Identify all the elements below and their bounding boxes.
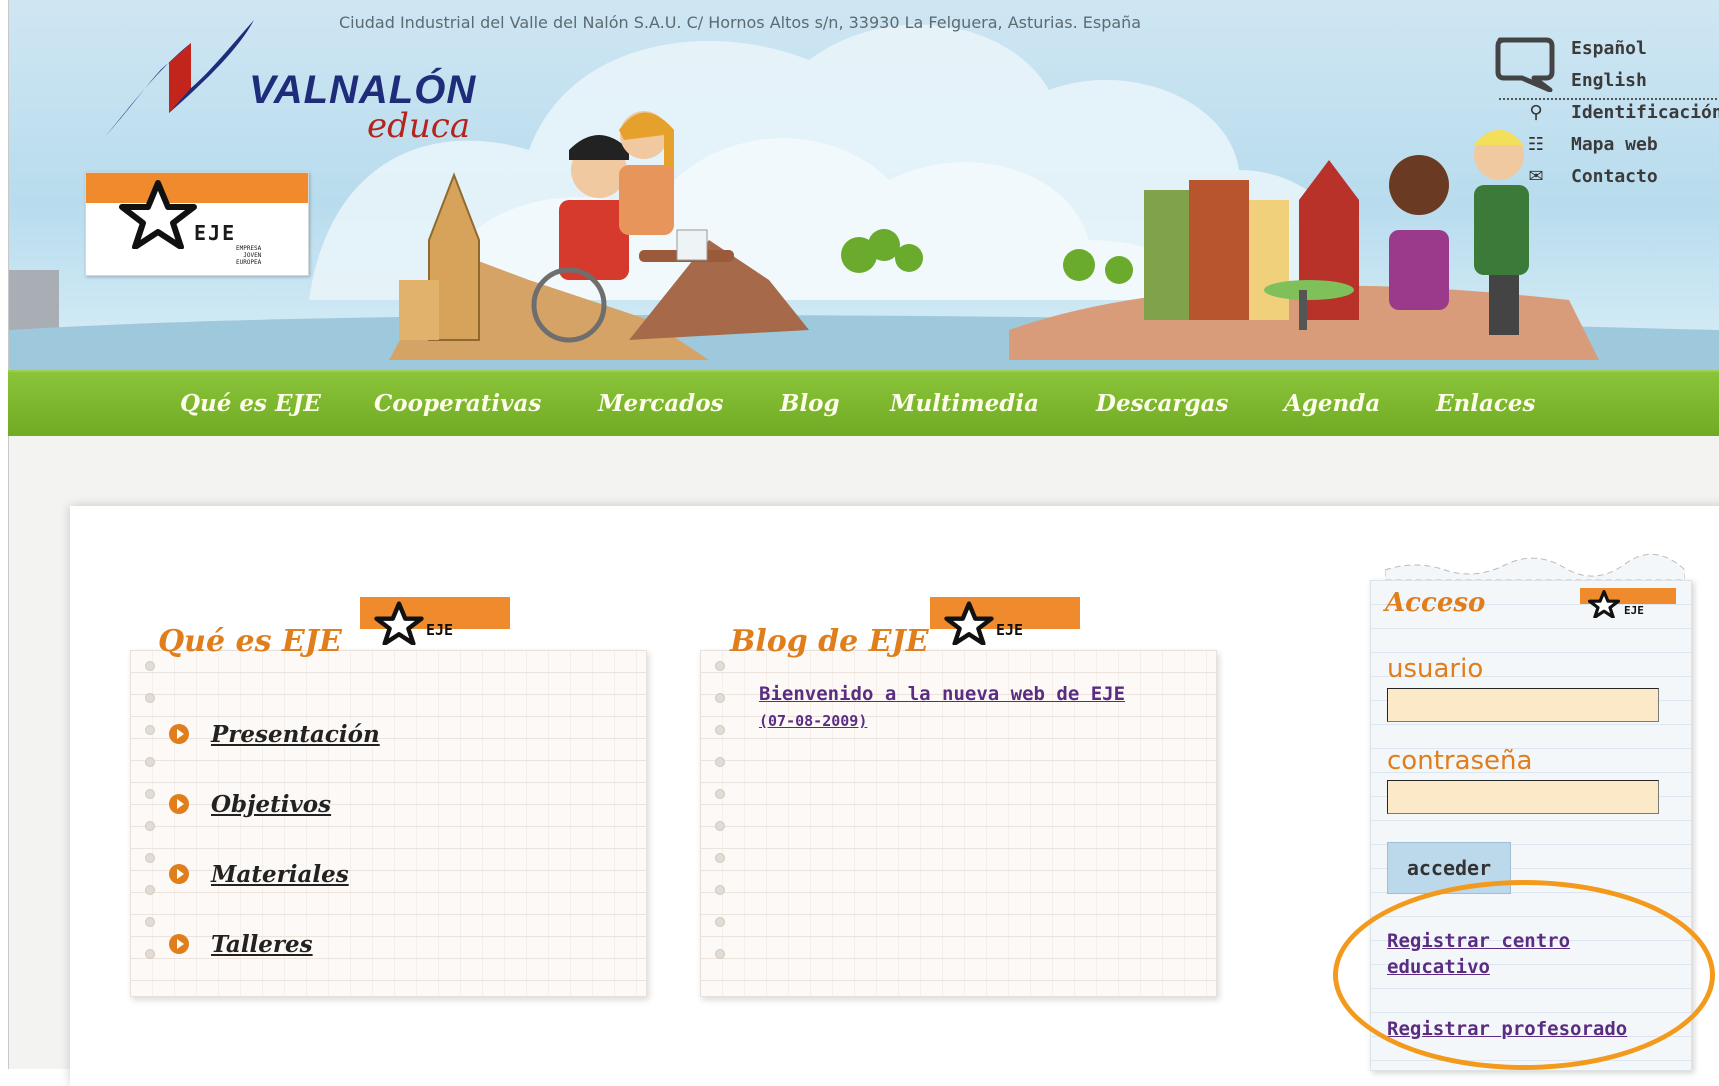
list-item-presentacion[interactable]: Presentación — [169, 721, 380, 748]
language-english-link[interactable]: English — [1571, 70, 1647, 91]
password-input[interactable] — [1387, 780, 1659, 814]
access-title: Acceso — [1385, 588, 1486, 618]
list-item-label: Presentación — [211, 721, 380, 748]
list-item-talleres[interactable]: Talleres — [169, 931, 313, 958]
star-icon — [1588, 590, 1620, 618]
list-item-materiales[interactable]: Materiales — [169, 861, 349, 888]
eje-mini-logo: EJE — [360, 597, 510, 661]
person-icon: ⚲ — [1529, 102, 1543, 123]
torn-paper-edge — [1385, 553, 1685, 580]
blog-post-date: (07-08-2009) — [759, 712, 868, 730]
list-item-label: Materiales — [211, 861, 349, 888]
username-label: usuario — [1387, 654, 1484, 684]
eje-mini-text: EJE — [426, 621, 454, 639]
notebook-holes — [145, 651, 159, 996]
que-es-eje-box: Presentación Objetivos Materiales Taller… — [130, 650, 647, 997]
star-icon — [374, 601, 424, 645]
blog-title: Blog de EJE — [730, 624, 929, 659]
register-school-link[interactable]: Registrar centro educativo — [1387, 928, 1570, 980]
eje-mini-text: EJE — [1624, 604, 1644, 617]
username-input[interactable] — [1387, 688, 1659, 722]
site-header: Ciudad Industrial del Valle del Nalón S.… — [8, 0, 1719, 370]
eje-mini-logo: EJE — [1580, 588, 1676, 628]
sitemap-link[interactable]: Mapa web — [1571, 134, 1658, 155]
nav-item-mercados[interactable]: Mercados — [598, 390, 724, 417]
blog-post-link[interactable]: Bienvenido a la nueva web de EJE (07-08-… — [759, 681, 1139, 734]
blog-box: Bienvenido a la nueva web de EJE (07-08-… — [700, 650, 1217, 997]
password-label: contraseña — [1387, 746, 1533, 776]
language-spanish-link[interactable]: Español — [1571, 38, 1647, 59]
nav-item-cooperativas[interactable]: Cooperativas — [374, 390, 541, 417]
speech-bubble-icon — [1495, 37, 1555, 92]
contact-link[interactable]: Contacto — [1571, 166, 1658, 187]
star-icon — [944, 601, 994, 645]
login-submit-button[interactable]: acceder — [1387, 842, 1511, 894]
nav-item-enlaces[interactable]: Enlaces — [1436, 390, 1535, 417]
eje-mini-logo: EJE — [930, 597, 1080, 661]
register-school-line1: Registrar centro — [1387, 930, 1571, 952]
bullet-arrow-icon — [169, 724, 189, 744]
top-links-divider — [1499, 98, 1719, 100]
notebook-holes — [715, 651, 729, 996]
bullet-arrow-icon — [169, 864, 189, 884]
eje-mini-text: EJE — [996, 621, 1024, 639]
list-item-objetivos[interactable]: Objetivos — [169, 791, 332, 818]
nav-item-multimedia[interactable]: Multimedia — [890, 390, 1039, 417]
register-teachers-link[interactable]: Registrar profesorado — [1387, 1016, 1627, 1042]
header-illustration — [389, 111, 1599, 360]
nav-item-descargas[interactable]: Descargas — [1096, 390, 1229, 417]
list-item-label: Objetivos — [211, 791, 332, 818]
list-item-label: Talleres — [211, 931, 313, 958]
bullet-arrow-icon — [169, 934, 189, 954]
envelope-icon: ✉ — [1528, 166, 1544, 187]
register-school-line2: educativo — [1387, 956, 1490, 978]
main-navigation: Qué es EJE Cooperativas Mercados Blog Mu… — [8, 370, 1719, 438]
que-es-eje-title: Qué es EJE — [158, 624, 342, 659]
nav-item-blog[interactable]: Blog — [780, 390, 840, 417]
bullet-arrow-icon — [169, 794, 189, 814]
blog-post-title: Bienvenido a la nueva web de EJE — [759, 683, 1126, 705]
login-link[interactable]: Identificación — [1571, 102, 1719, 123]
sitemap-icon: ☷ — [1527, 134, 1545, 155]
nav-item-agenda[interactable]: Agenda — [1284, 390, 1380, 417]
nav-item-que-es-eje[interactable]: Qué es EJE — [180, 390, 321, 417]
